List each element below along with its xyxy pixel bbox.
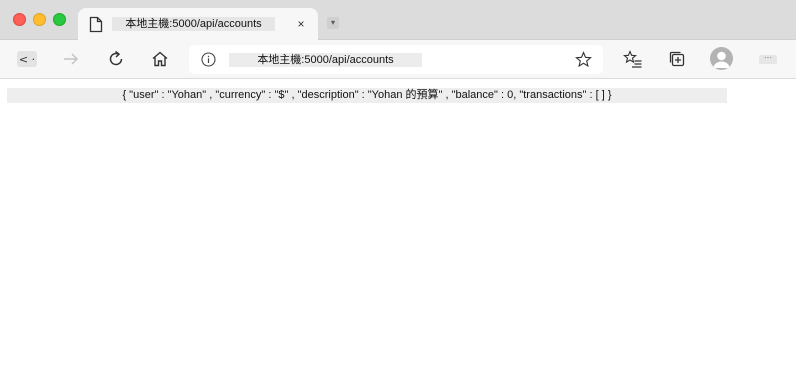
star-icon[interactable]: [575, 51, 592, 68]
page-icon: [89, 16, 103, 33]
collections-button[interactable]: [666, 48, 688, 70]
page-content: { "user" : "Yohan" , "currency" : "$" , …: [0, 80, 796, 375]
favorites-icon: [623, 50, 642, 68]
address-text[interactable]: 本地主機:5000/api/accounts: [229, 53, 422, 67]
info-icon[interactable]: [201, 52, 216, 67]
collections-icon: [669, 51, 685, 67]
forward-button[interactable]: [60, 48, 82, 70]
address-bar[interactable]: 本地主機:5000/api/accounts: [189, 45, 603, 74]
refresh-icon: [109, 50, 123, 66]
tab-title: 本地主機:5000/api/accounts: [112, 17, 275, 31]
favorites-button[interactable]: [622, 48, 644, 70]
more-icon[interactable]: ···: [759, 54, 777, 64]
forward-icon: [64, 53, 79, 65]
back-button[interactable]: < ·: [17, 51, 37, 67]
tab-strip: 本地主機:5000/api/accounts × ▾: [0, 0, 796, 41]
new-tab-button[interactable]: ▾: [327, 17, 339, 29]
maximize-window-button[interactable]: [53, 13, 66, 26]
browser-toolbar: < · 本地主機:5000/api/accounts ···: [0, 40, 796, 79]
tab-close-icon[interactable]: ×: [294, 17, 308, 31]
minimize-window-button[interactable]: [33, 13, 46, 26]
close-window-button[interactable]: [13, 13, 26, 26]
refresh-button[interactable]: [105, 48, 127, 70]
home-icon: [152, 51, 168, 67]
home-button[interactable]: [149, 48, 171, 70]
profile-avatar-icon[interactable]: [710, 47, 733, 70]
tab-active[interactable]: 本地主機:5000/api/accounts ×: [78, 8, 318, 41]
json-response-text: { "user" : "Yohan" , "currency" : "$" , …: [7, 88, 727, 103]
